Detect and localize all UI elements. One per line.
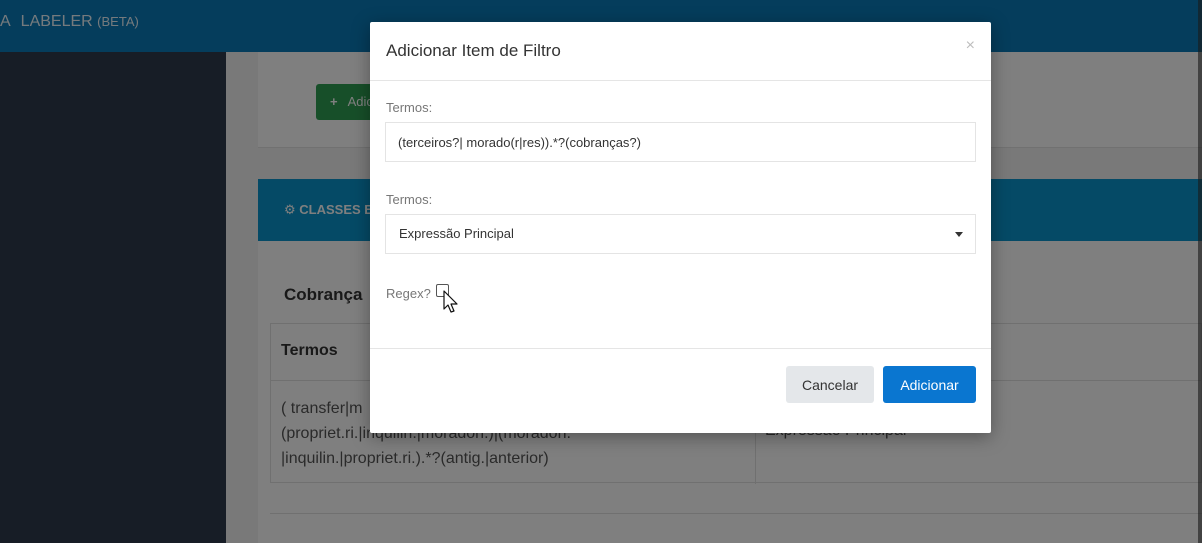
terms-label: Termos:	[386, 100, 433, 115]
terms-input[interactable]	[385, 122, 976, 162]
add-filter-item-modal: Adicionar Item de Filtro × Termos: Termo…	[370, 22, 991, 433]
close-icon[interactable]: ×	[966, 37, 975, 55]
modal-footer-divider	[370, 348, 991, 349]
cancel-button[interactable]: Cancelar	[786, 366, 874, 403]
add-button-submit[interactable]: Adicionar	[883, 366, 976, 403]
expression-type-selected: Expressão Principal	[399, 226, 514, 241]
mouse-pointer-icon	[443, 290, 458, 313]
chevron-down-icon	[955, 232, 963, 237]
type-label: Termos:	[386, 192, 433, 207]
modal-title: Adicionar Item de Filtro	[386, 41, 561, 60]
regex-label: Regex?	[386, 286, 431, 301]
modal-header: Adicionar Item de Filtro ×	[370, 22, 991, 81]
expression-type-select[interactable]: Expressão Principal	[385, 214, 976, 254]
